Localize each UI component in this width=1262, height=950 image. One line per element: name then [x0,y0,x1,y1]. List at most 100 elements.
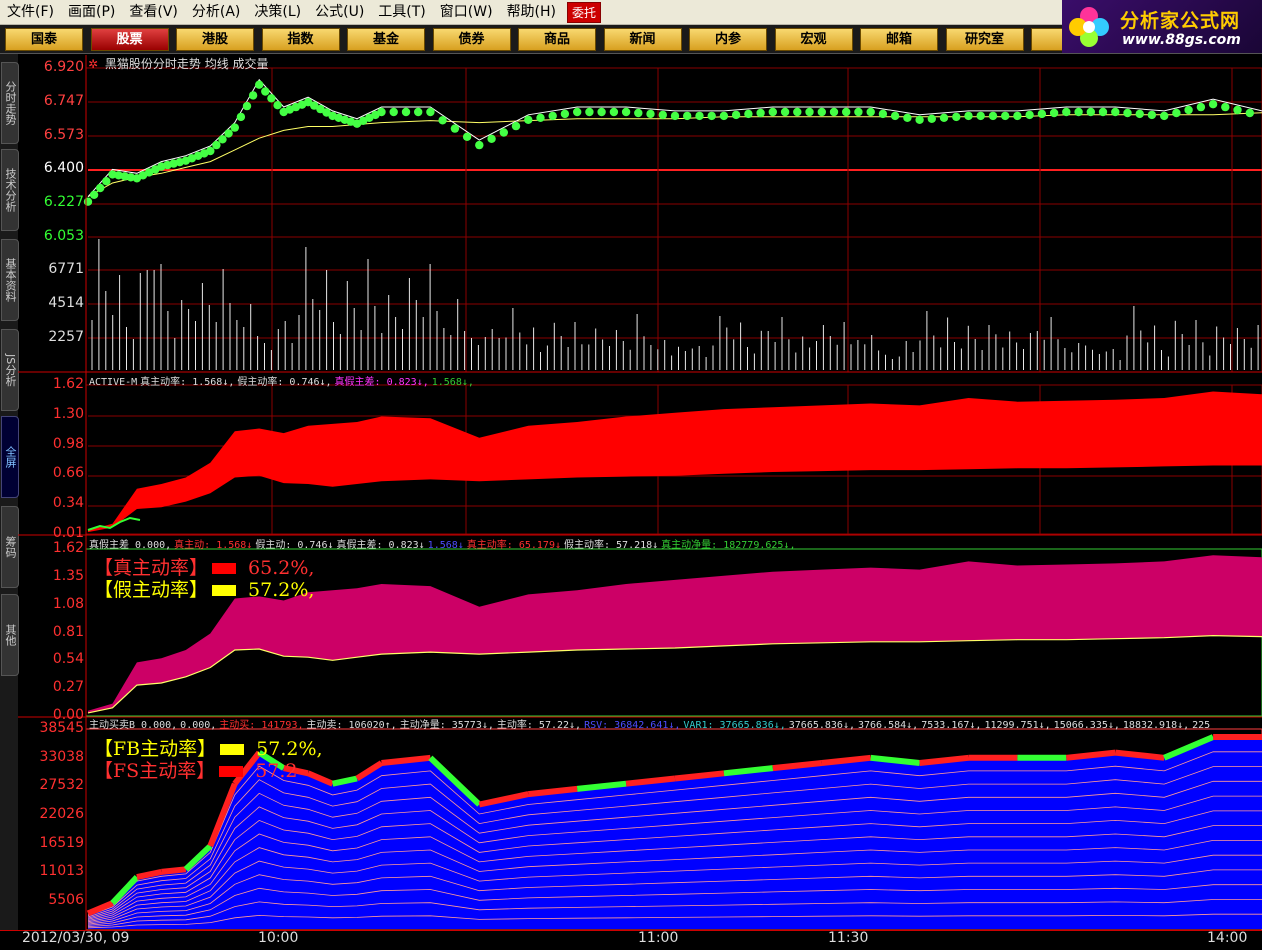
price-dot [236,112,246,122]
price-dot [658,110,667,120]
price-dot [163,160,172,170]
fb-top-segment [136,868,163,881]
time-label-1: 10:00 [258,930,299,946]
fb-tick-0: 38545 [39,720,84,736]
active-tick-4: 0.34 [52,495,84,512]
tab-3[interactable]: 指数 [261,28,340,51]
tab-0[interactable]: 国泰 [5,28,83,51]
menu-item-7[interactable]: 窗口(W) [433,0,500,24]
menu-item-4[interactable]: 决策(L) [247,0,308,24]
price-dot [303,98,313,107]
menu-item-1[interactable]: 画面(P) [61,0,122,24]
price-dot [102,177,111,186]
price-dot [1025,110,1034,120]
fb-top-segment [527,785,578,798]
header-item-1: 真主动: 1.568↓ [174,540,253,551]
price-dot [1001,111,1010,121]
tab-10[interactable]: 邮箱 [860,28,938,51]
price-dot [151,165,160,174]
tab-7[interactable]: 新闻 [603,28,682,51]
settings-icon[interactable]: ✲ [88,57,98,71]
price-dot [1098,107,1108,117]
price-dot [719,111,729,121]
flower-icon [1069,7,1109,47]
menu-item-5[interactable]: 公式(U) [308,0,371,24]
price-dot [927,114,936,124]
price-dot [1160,111,1169,121]
fb-top-segment [207,782,238,848]
fb-contour-11 [87,766,1262,917]
fb-top-segment [161,866,187,875]
header-item-1: 真主动率: 1.568↓, [140,377,235,388]
price-dot [273,101,282,110]
tab-8[interactable]: 内参 [689,28,767,51]
active-panel-frame [85,384,1262,535]
price-dot [1172,108,1181,118]
price-dot [560,109,570,119]
price-dot [646,109,655,119]
header-item-10: 7533.167↓, [921,720,982,731]
fb-contour-10 [87,780,1262,918]
tab-2[interactable]: 港股 [176,28,254,51]
price-dot [365,113,374,123]
side-tab-4[interactable]: 全屏 [1,416,19,498]
header-item-0: ACTIVE-M [89,377,138,388]
menu-item-2[interactable]: 查看(V) [122,0,185,24]
price-dot [793,107,802,117]
diff-legend-value-1: 57.2%, [248,579,315,601]
price-dot [768,107,777,117]
diff-legend-label-1: 【假主动率】 [94,579,209,601]
side-tab-bar: 分时走势 技术分析 基本资料 JS分析 全屏 筹码 其他 [0,54,19,930]
price-dot [634,108,643,118]
price-dot [511,121,521,131]
diff-tick-0: 1.62 [52,540,84,556]
entrust-button[interactable]: 委托 [567,1,602,23]
price-dot [670,111,680,121]
tab-6[interactable]: 商品 [518,28,596,51]
tab-9[interactable]: 宏观 [774,28,853,51]
fb-contour-3 [87,884,1262,926]
price-dot [1074,107,1083,117]
menu-item-3[interactable]: 分析(A) [185,0,248,24]
fb-top-segment [1065,749,1116,761]
diff-tick-3: 0.81 [52,623,84,640]
active-band [88,391,1262,533]
fb-contour-9 [87,795,1262,919]
price-dot [976,111,985,121]
menu-item-0[interactable]: 文件(F) [0,0,61,24]
price-tick-2: 6.573 [43,126,84,143]
fb-top-segment [821,754,872,766]
price-dot [817,107,826,117]
price-dot [536,113,545,123]
fb-legend-swatch-1 [219,766,244,777]
menu-item-6[interactable]: 工具(T) [371,0,432,24]
fb-contour-1 [87,913,1262,929]
menu-item-8[interactable]: 帮助(H) [500,0,563,24]
price-dot [310,101,319,110]
header-item-7: 真主动净量: 182779.625↓, [661,540,796,551]
price-dot [964,111,973,121]
fb-contour-2 [87,899,1262,927]
tab-1[interactable]: 股票 [90,28,169,51]
header-item-2: 假主动: 0.746↓ [255,540,334,551]
fb-tick-3: 22026 [39,806,84,822]
price-dot [890,111,900,121]
price-dot [169,159,178,168]
fb-top-segment [110,875,140,906]
price-dot [707,111,716,121]
price-dot [144,168,154,177]
logo-url: www.88gs.com [1122,32,1241,48]
price-dot [193,151,203,160]
tab-4[interactable]: 基金 [347,28,425,51]
price-dot [683,111,692,121]
tab-5[interactable]: 债券 [432,28,511,51]
header-item-2: 主动买: 141793, [219,720,304,731]
header-item-5: 主动率: 57.22↓, [496,720,582,731]
price-dot [261,87,270,96]
fb-contour-5 [87,854,1262,924]
price-dot [328,111,337,121]
active-panel-header: ACTIVE-M 真主动率: 1.568↓, 假主动率: 0.746↓, 真假主差: … [89,373,477,388]
tab-11[interactable]: 研究室 [945,28,1024,51]
volume-tick-2: 2257 [48,329,84,345]
active-tick-2: 0.98 [52,435,84,452]
